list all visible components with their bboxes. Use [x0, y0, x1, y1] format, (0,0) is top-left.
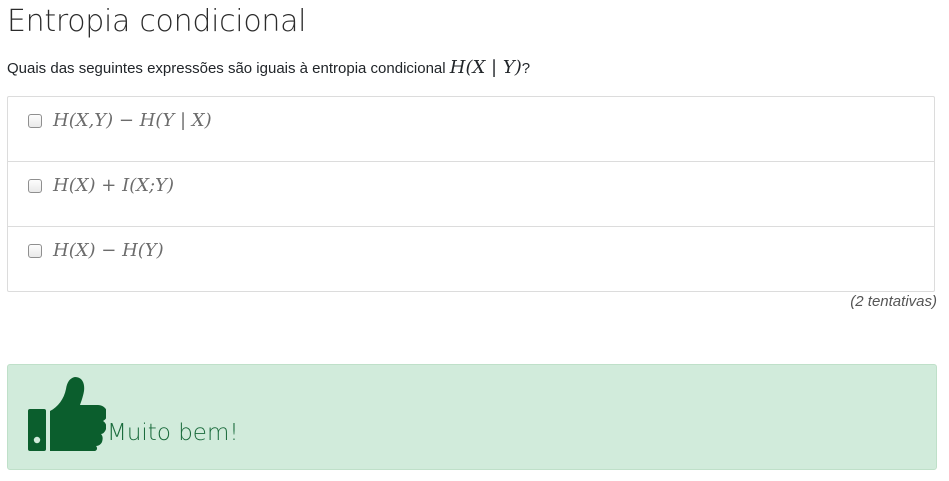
option-2-checkbox[interactable] — [28, 179, 42, 193]
question-math: H(X | Y) — [449, 57, 522, 78]
feedback-text: Muito bem! — [107, 420, 239, 446]
option-3-label[interactable]: H(X) − H(Y) — [53, 238, 164, 264]
question-text: Quais das seguintes expressões são iguai… — [7, 56, 530, 81]
option-3-checkbox[interactable] — [28, 244, 42, 258]
option-1-label[interactable]: H(X,Y) − H(Y | X) — [53, 108, 212, 134]
option-3[interactable]: H(X) − H(Y) — [8, 227, 934, 291]
option-2-label[interactable]: H(X) + I(X;Y) — [53, 173, 174, 199]
question-prompt: Quais das seguintes expressões são iguai… — [7, 60, 446, 77]
option-2[interactable]: H(X) + I(X;Y) — [8, 162, 934, 227]
thumbs-up-icon — [28, 377, 106, 451]
option-1[interactable]: H(X,Y) − H(Y | X) — [8, 97, 934, 162]
attempts-count: (2 tentativas) — [850, 293, 937, 310]
feedback-alert: Muito bem! — [7, 364, 937, 470]
question-suffix: ? — [521, 60, 531, 77]
answer-options: H(X,Y) − H(Y | X) H(X) + I(X;Y) H(X) − H… — [7, 96, 935, 292]
option-1-checkbox[interactable] — [28, 114, 42, 128]
page-title: Entropia condicional — [7, 4, 307, 39]
